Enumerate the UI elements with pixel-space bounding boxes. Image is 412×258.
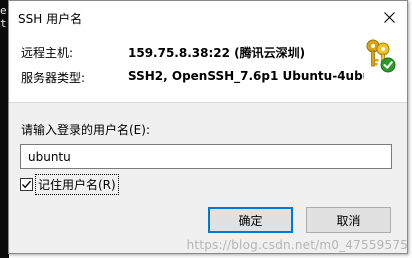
input-panel: 请输入登录的用户名(E): 记住用户名(R) 确定 取消 <box>9 103 407 253</box>
dialog-title: SSH 用户名 <box>18 12 83 26</box>
keys-icon <box>366 39 396 73</box>
ok-button[interactable]: 确定 <box>208 207 293 233</box>
server-type-value: SSH2, OpenSSH_7.6p1 Ubuntu-4ubuntu0.3 <box>128 69 364 83</box>
username-prompt-label: 请输入登录的用户名(E): <box>21 123 150 137</box>
close-button[interactable] <box>377 7 401 27</box>
remember-username-checkbox[interactable] <box>20 177 33 191</box>
username-input[interactable] <box>20 144 392 169</box>
host-label: 远程主机: <box>21 46 74 60</box>
title-bar[interactable]: SSH 用户名 <box>9 1 407 33</box>
remember-username-row[interactable]: 记住用户名(R) <box>20 173 119 195</box>
close-icon <box>383 11 395 23</box>
watermark: https://blog.csdn.net/m0_47559575 <box>186 238 408 252</box>
cancel-button[interactable]: 取消 <box>306 207 391 233</box>
host-value: 159.75.8.38:22 (腾讯云深圳) <box>128 46 306 60</box>
connection-info: 远程主机: 159.75.8.38:22 (腾讯云深圳) 服务器类型: SSH2… <box>9 33 407 105</box>
checkmark-icon <box>22 180 32 188</box>
server-type-label: 服务器类型: <box>21 71 86 85</box>
ssh-username-dialog: SSH 用户名 远程主机: 159.75.8.38:22 (腾讯云深圳) 服务器… <box>8 0 408 254</box>
remember-username-label[interactable]: 记住用户名(R) <box>35 173 119 195</box>
screen: e t SSH 用户名 远程主机: 159.75.8.38:22 (腾讯云深圳)… <box>0 0 412 258</box>
